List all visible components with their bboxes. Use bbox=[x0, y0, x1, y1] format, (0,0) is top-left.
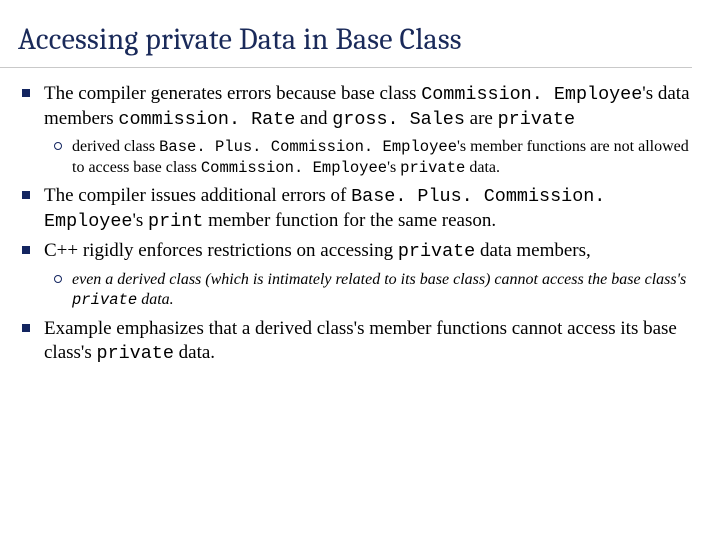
code: gross. Sales bbox=[332, 109, 465, 130]
text: data. bbox=[137, 291, 173, 308]
text: 's bbox=[132, 210, 148, 231]
code: Commission. Employee bbox=[201, 159, 387, 177]
text: The compiler generates errors because ba… bbox=[44, 83, 421, 104]
text: and bbox=[295, 108, 332, 129]
text: The compiler issues additional errors of bbox=[44, 185, 351, 206]
bullet-2: The compiler issues additional errors of… bbox=[44, 184, 692, 233]
slide: Accessing private Data in Base Class The… bbox=[0, 0, 720, 392]
text: C++ rigidly enforces restrictions on acc… bbox=[44, 240, 398, 261]
text: even a derived class (which is intimatel… bbox=[72, 271, 686, 288]
bullet-list: The compiler generates errors because ba… bbox=[18, 82, 692, 366]
title-underline bbox=[0, 67, 692, 68]
sub-bullet-1: even a derived class (which is intimatel… bbox=[72, 270, 692, 311]
bullet-3: C++ rigidly enforces restrictions on acc… bbox=[44, 239, 692, 310]
bullet-1: The compiler generates errors because ba… bbox=[44, 82, 692, 178]
text: are bbox=[465, 108, 498, 129]
bullet-4: Example emphasizes that a derived class'… bbox=[44, 317, 692, 366]
code: commission. Rate bbox=[118, 109, 295, 130]
code: private bbox=[400, 159, 465, 177]
text: derived class bbox=[72, 138, 159, 155]
code: print bbox=[148, 211, 203, 232]
text: member function for the same reason. bbox=[203, 210, 496, 231]
sub-bullet-list: derived class Base. Plus. Commission. Em… bbox=[44, 137, 692, 178]
text: 's bbox=[387, 159, 400, 176]
code: private bbox=[72, 291, 137, 309]
text: data. bbox=[174, 342, 215, 363]
page-title: Accessing private Data in Base Class bbox=[18, 22, 692, 57]
code: private bbox=[398, 241, 475, 262]
code: private bbox=[97, 343, 174, 364]
text: data members, bbox=[475, 240, 591, 261]
sub-bullet-list: even a derived class (which is intimatel… bbox=[44, 270, 692, 311]
sub-bullet-1: derived class Base. Plus. Commission. Em… bbox=[72, 137, 692, 178]
code: Base. Plus. Commission. Employee bbox=[159, 138, 457, 156]
text: data. bbox=[465, 159, 500, 176]
code: Commission. Employee bbox=[421, 84, 642, 105]
code: private bbox=[498, 109, 575, 130]
